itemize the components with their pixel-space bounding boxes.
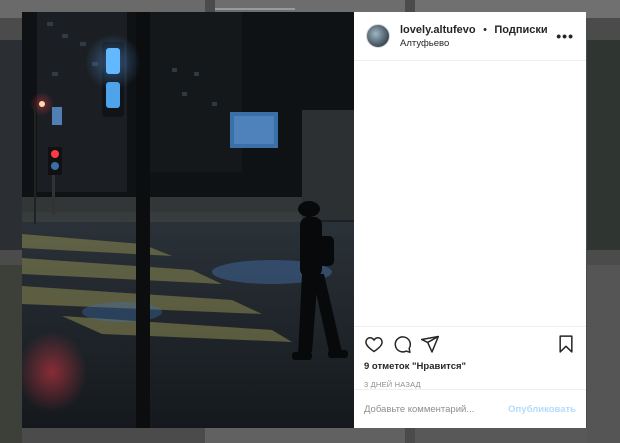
- post-modal: lovely.altufevo • Подписки Алтуфьево •••: [22, 12, 586, 428]
- comment-input[interactable]: [364, 403, 509, 415]
- publish-button[interactable]: Опубликовать: [508, 404, 576, 415]
- more-options-icon[interactable]: •••: [556, 28, 574, 44]
- comment-icon[interactable]: [392, 334, 412, 354]
- night-street-image: [22, 12, 354, 428]
- share-icon[interactable]: [420, 334, 440, 354]
- post-photo[interactable]: [22, 12, 354, 428]
- action-icons: [364, 333, 576, 355]
- add-comment-form: Опубликовать: [354, 389, 586, 428]
- feed-tile: [415, 428, 587, 443]
- feed-tile: [0, 265, 22, 443]
- likes-count[interactable]: 9 отметок "Нравится": [364, 361, 576, 372]
- post-actions: 9 отметок "Нравится" 3 ДНЕЙ НАЗАД: [354, 326, 586, 389]
- post-meta: lovely.altufevo • Подписки Алтуфьево: [400, 22, 556, 51]
- feed-tile: [587, 265, 620, 443]
- post-timestamp[interactable]: 3 ДНЕЙ НАЗАД: [364, 380, 576, 389]
- avatar[interactable]: [366, 24, 390, 48]
- separator-dot: •: [483, 23, 487, 36]
- post-header: lovely.altufevo • Подписки Алтуфьево •••: [354, 12, 586, 61]
- username-link[interactable]: lovely.altufevo: [400, 24, 476, 36]
- comments-area: [354, 61, 586, 326]
- feed-tile: [0, 40, 22, 250]
- location-link[interactable]: Алтуфьево: [400, 37, 556, 51]
- scrollbar[interactable]: [215, 8, 295, 10]
- bookmark-icon[interactable]: [556, 334, 576, 354]
- heart-icon[interactable]: [364, 334, 384, 354]
- feed-tile: [587, 40, 620, 250]
- follow-button[interactable]: Подписки: [494, 24, 547, 36]
- feed-tile: [205, 428, 405, 443]
- post-details-panel: lovely.altufevo • Подписки Алтуфьево •••: [354, 12, 586, 428]
